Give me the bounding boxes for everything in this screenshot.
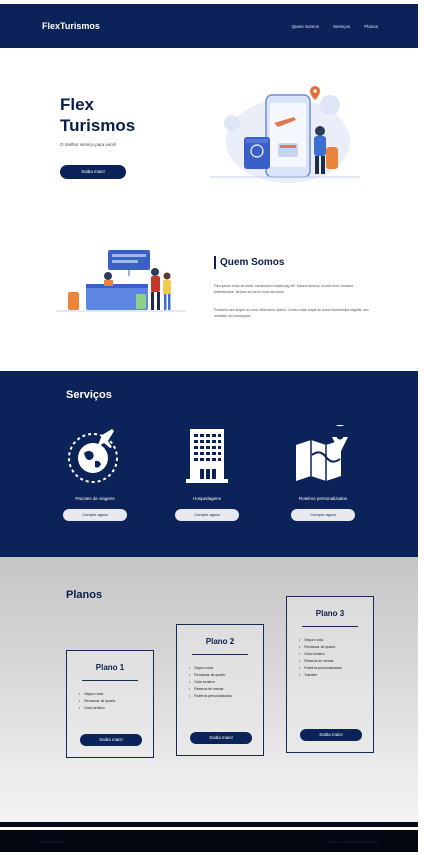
plan-card-1: Plano 1 Seguro vida Remarcar de quarto G… — [66, 650, 154, 758]
plan-title: Plano 1 — [95, 663, 125, 672]
plan-feature: Seguro vida — [79, 691, 153, 698]
about-paragraph-2: Praesent sed augue eu nunc bibendum dict… — [214, 308, 369, 318]
service-buy-button[interactable]: Compre agora — [175, 509, 239, 521]
site-footer: Flex Turismos Todos os direitos reservad… — [0, 830, 418, 852]
plan-title: Plano 3 — [315, 609, 345, 618]
plan-feature: Seguro vida — [189, 665, 263, 672]
hero-title: Flex Turismos — [60, 95, 136, 135]
footer-copyright: Todos os direitos reservados — [327, 838, 378, 844]
plan-feature: Guia turístico — [299, 651, 373, 658]
service-label: Pacotes de viagens — [75, 496, 115, 501]
service-label: Roteiros personalizados — [298, 496, 348, 501]
plan-feature: Guia turístico — [79, 705, 153, 712]
plan-feature: Reserva de mesas — [299, 658, 373, 665]
services-title: Serviços — [66, 389, 112, 401]
plan-feature-list: Seguro vida Remarcar de quarto Guia turí… — [67, 691, 153, 712]
building-icon — [186, 429, 228, 483]
nav-link-quem-somos[interactable]: Quem Somos — [291, 24, 319, 29]
about-section: Quem Somos Flex ipsum dolor sit amet, co… — [0, 218, 418, 371]
main-nav: Quem Somos Serviços Planos — [291, 24, 378, 29]
service-buy-button[interactable]: Compre agora — [291, 509, 355, 521]
plan-divider — [82, 680, 138, 681]
plan-feature: Roteiros personalizados — [189, 693, 263, 700]
footer-divider — [0, 822, 418, 827]
about-title: Quem Somos — [214, 256, 284, 269]
plan-feature-list: Seguro vida Remarcar de quarto Guia turí… — [177, 665, 263, 700]
plan-feature: Remarcar de quarto — [299, 644, 373, 651]
plan-card-3: Plano 3 Seguro vida Remarcar de quarto G… — [286, 596, 374, 753]
site-logo[interactable]: FlexTurismos — [42, 21, 100, 31]
plan-more-button[interactable]: Saiba mais! — [80, 734, 142, 746]
travel-phone-illustration — [210, 86, 360, 183]
plan-feature: Roteiros personalizados — [299, 665, 373, 672]
plan-feature: Seguro vida — [299, 637, 373, 644]
plan-card-2: Plano 2 Seguro vida Remarcar de quarto G… — [176, 624, 264, 756]
about-paragraph-1: Flex ipsum dolor sit amet, consectetur a… — [214, 284, 354, 294]
plan-feature: Remarcar de quarto — [189, 672, 263, 679]
plan-more-button[interactable]: Saiba mais! — [190, 732, 252, 744]
nav-link-planos[interactable]: Planos — [364, 24, 378, 29]
footer-brand: Flex Turismos — [40, 838, 65, 844]
service-label: Hospedagens — [193, 496, 221, 501]
nav-link-servicos[interactable]: Serviços — [333, 24, 350, 29]
plan-feature: Reserva de mesas — [189, 686, 263, 693]
hero-subtitle: O melhor serviço para você! — [60, 142, 117, 147]
plan-feature-list: Seguro vida Remarcar de quarto Guia turí… — [287, 637, 373, 679]
service-card-roteiros: Roteiros personalizados Compre agora — [268, 425, 378, 521]
service-card-hospedagens: Hospedagens Compre agora — [152, 425, 262, 521]
plans-title: Planos — [66, 589, 103, 601]
plan-feature: Guia turístico — [189, 679, 263, 686]
service-card-pacotes: Pacotes de viagens Compre agora — [40, 425, 150, 521]
site-header: FlexTurismos Quem Somos Serviços Planos — [0, 4, 418, 48]
globe-plane-icon — [68, 429, 118, 483]
plan-divider — [302, 626, 358, 627]
plan-title: Plano 2 — [205, 637, 235, 646]
plan-divider — [192, 654, 248, 655]
plan-feature: Remarcar de quarto — [79, 698, 153, 705]
map-pin-icon — [296, 425, 348, 481]
plan-feature: Transfer — [299, 672, 373, 679]
service-buy-button[interactable]: Compre agora — [63, 509, 127, 521]
services-section: Serviços Pacotes de viagens Compre agora… — [0, 371, 418, 557]
hero-section: Flex Turismos O melhor serviço para você… — [0, 48, 418, 218]
hero-cta-button[interactable]: Saiba mais! — [60, 165, 126, 179]
airport-checkin-illustration — [56, 250, 186, 312]
plans-section: Planos Plano 1 Seguro vida Remarcar de q… — [0, 557, 418, 822]
plan-more-button[interactable]: Saiba mais! — [300, 729, 362, 741]
